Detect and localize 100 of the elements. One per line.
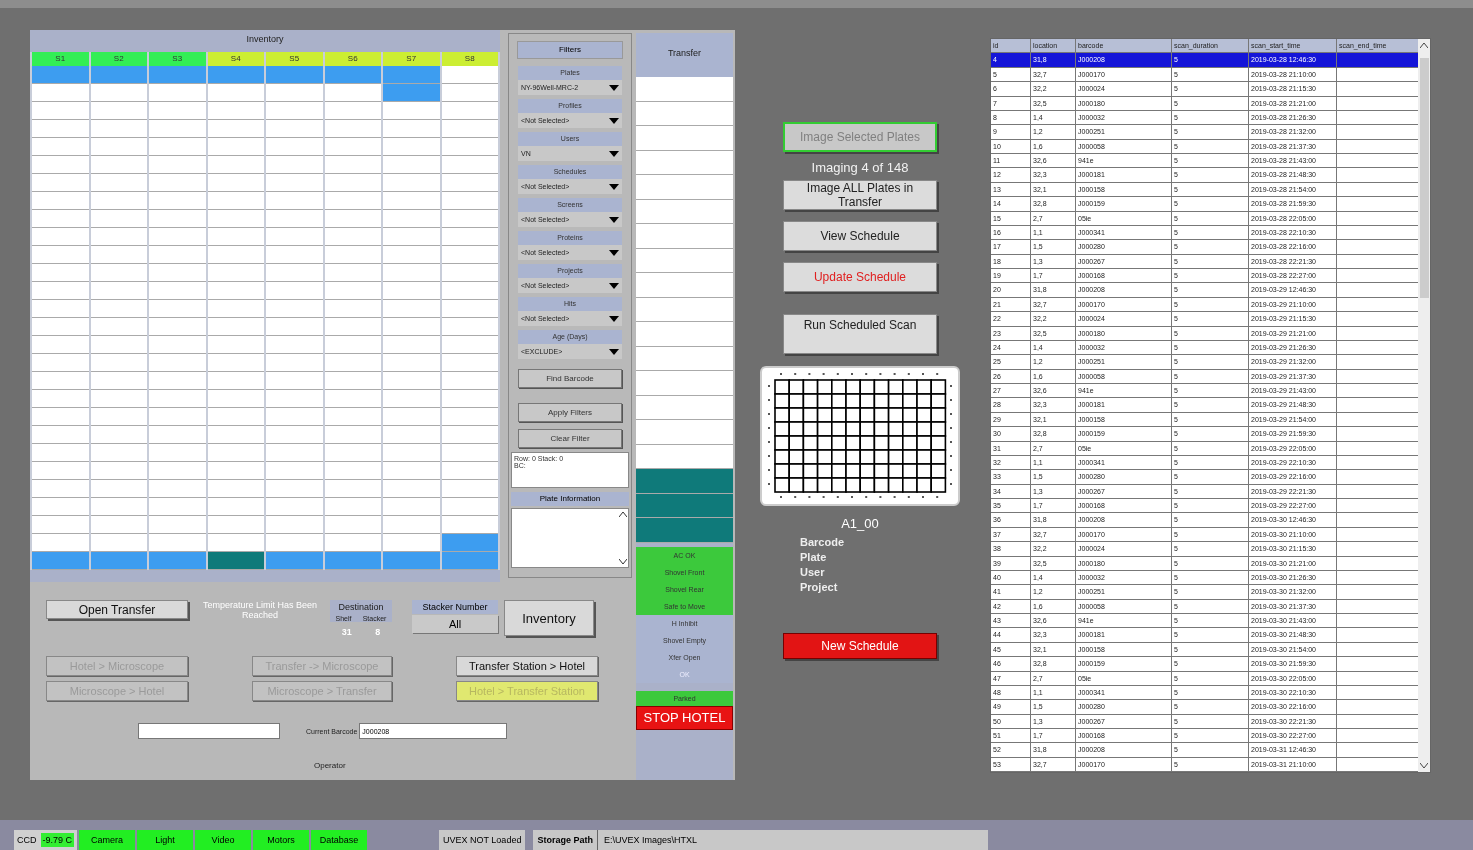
transfer-slot[interactable] [636,469,733,494]
shelf-slot[interactable] [207,174,264,192]
input-field[interactable] [138,723,280,739]
shelf-slot[interactable] [441,264,498,282]
shelf-slot[interactable] [383,426,440,444]
shelf-slot[interactable] [32,84,89,102]
shelf-slot[interactable] [441,462,498,480]
shelf-slot[interactable] [383,462,440,480]
shelf-slot[interactable] [149,264,206,282]
shelf-slot[interactable] [441,102,498,120]
shelf-slot[interactable] [324,120,381,138]
scroll-up-icon[interactable] [1420,43,1428,48]
shelf-slot[interactable] [90,120,147,138]
scroll-down-icon[interactable] [1420,763,1428,768]
transfer-slot[interactable] [636,150,733,175]
imaging-button[interactable]: View Schedule [783,221,937,251]
shelf-slot[interactable] [207,120,264,138]
shelf-slot[interactable] [207,102,264,120]
transfer-slot[interactable] [636,224,733,249]
shelf-slot[interactable] [383,102,440,120]
shelf-slot[interactable] [32,300,89,318]
shelf-slot[interactable] [266,534,323,552]
shelf-slot[interactable] [324,480,381,498]
shelf-slot[interactable] [383,552,440,570]
shelf-slot[interactable] [149,534,206,552]
shelf-slot[interactable] [90,444,147,462]
shelf-slot[interactable] [149,228,206,246]
shelf-slot[interactable] [324,84,381,102]
shelf-slot[interactable] [441,156,498,174]
shelf-slot[interactable] [149,318,206,336]
shelf-slot[interactable] [383,408,440,426]
shelf-slot[interactable] [441,282,498,300]
shelf-slot[interactable] [90,246,147,264]
shelf-slot[interactable] [266,174,323,192]
shelf-slot[interactable] [383,210,440,228]
shelf-slot[interactable] [32,444,89,462]
shelf-slot[interactable] [266,156,323,174]
shelf-slot[interactable] [441,408,498,426]
shelf-slot[interactable] [149,192,206,210]
transfer-slot[interactable] [636,297,733,322]
shelf-slot[interactable] [90,300,147,318]
shelf-slot[interactable] [90,282,147,300]
shelf-slot[interactable] [207,408,264,426]
shelf-slot[interactable] [32,408,89,426]
shelf-slot[interactable] [149,174,206,192]
shelf-slot[interactable] [266,462,323,480]
shelf-slot[interactable] [207,426,264,444]
shelf-slot[interactable] [32,210,89,228]
shelf-slot[interactable] [90,192,147,210]
shelf-slot[interactable] [324,336,381,354]
shelf-slot[interactable] [32,120,89,138]
filter-button[interactable]: Find Barcode [518,369,622,388]
shelf-slot[interactable] [149,156,206,174]
shelf-slot[interactable] [383,318,440,336]
shelf-slot[interactable] [266,246,323,264]
new-schedule-button[interactable]: New Schedule [783,633,937,659]
shelf-slot[interactable] [266,102,323,120]
shelf-slot[interactable] [207,210,264,228]
shelf-slot[interactable] [149,120,206,138]
shelf-slot[interactable] [266,552,323,570]
shelf-slot[interactable] [32,552,89,570]
shelf-slot[interactable] [441,444,498,462]
shelf-slot[interactable] [441,354,498,372]
shelf-slot[interactable] [383,480,440,498]
shelf-slot[interactable] [383,390,440,408]
shelf-slot[interactable] [324,228,381,246]
shelf-slot[interactable] [441,120,498,138]
shelf-slot[interactable] [90,156,147,174]
shelf-slot[interactable] [441,498,498,516]
shelf-slot[interactable] [324,174,381,192]
imaging-button[interactable]: Image ALL Plates in Transfer [783,180,937,210]
shelf-slot[interactable] [149,210,206,228]
shelf-slot[interactable] [266,372,323,390]
transfer-slot[interactable] [636,175,733,200]
stacker-number-field[interactable]: All [412,615,498,633]
shelf-slot[interactable] [383,444,440,462]
shelf-slot[interactable] [149,300,206,318]
shelf-slot[interactable] [90,318,147,336]
scroll-up-icon[interactable] [619,512,627,517]
shelf-slot[interactable] [383,156,440,174]
shelf-slot[interactable] [90,426,147,444]
shelf-slot[interactable] [266,282,323,300]
shelf-slot[interactable] [32,156,89,174]
shelf-slot[interactable] [266,480,323,498]
shelf-slot[interactable] [32,462,89,480]
shelf-slot[interactable] [90,210,147,228]
shelf-slot[interactable] [266,210,323,228]
shelf-slot[interactable] [90,174,147,192]
shelf-slot[interactable] [90,390,147,408]
shelf-slot[interactable] [266,192,323,210]
shelf-slot[interactable] [90,480,147,498]
shelf-slot[interactable] [324,138,381,156]
shelf-slot[interactable] [441,480,498,498]
shelf-slot[interactable] [207,264,264,282]
shelf-slot[interactable] [441,174,498,192]
shelf-slot[interactable] [441,300,498,318]
shelf-slot[interactable] [324,66,381,84]
shelf-slot[interactable] [266,390,323,408]
shelf-slot[interactable] [207,228,264,246]
shelf-slot[interactable] [383,246,440,264]
